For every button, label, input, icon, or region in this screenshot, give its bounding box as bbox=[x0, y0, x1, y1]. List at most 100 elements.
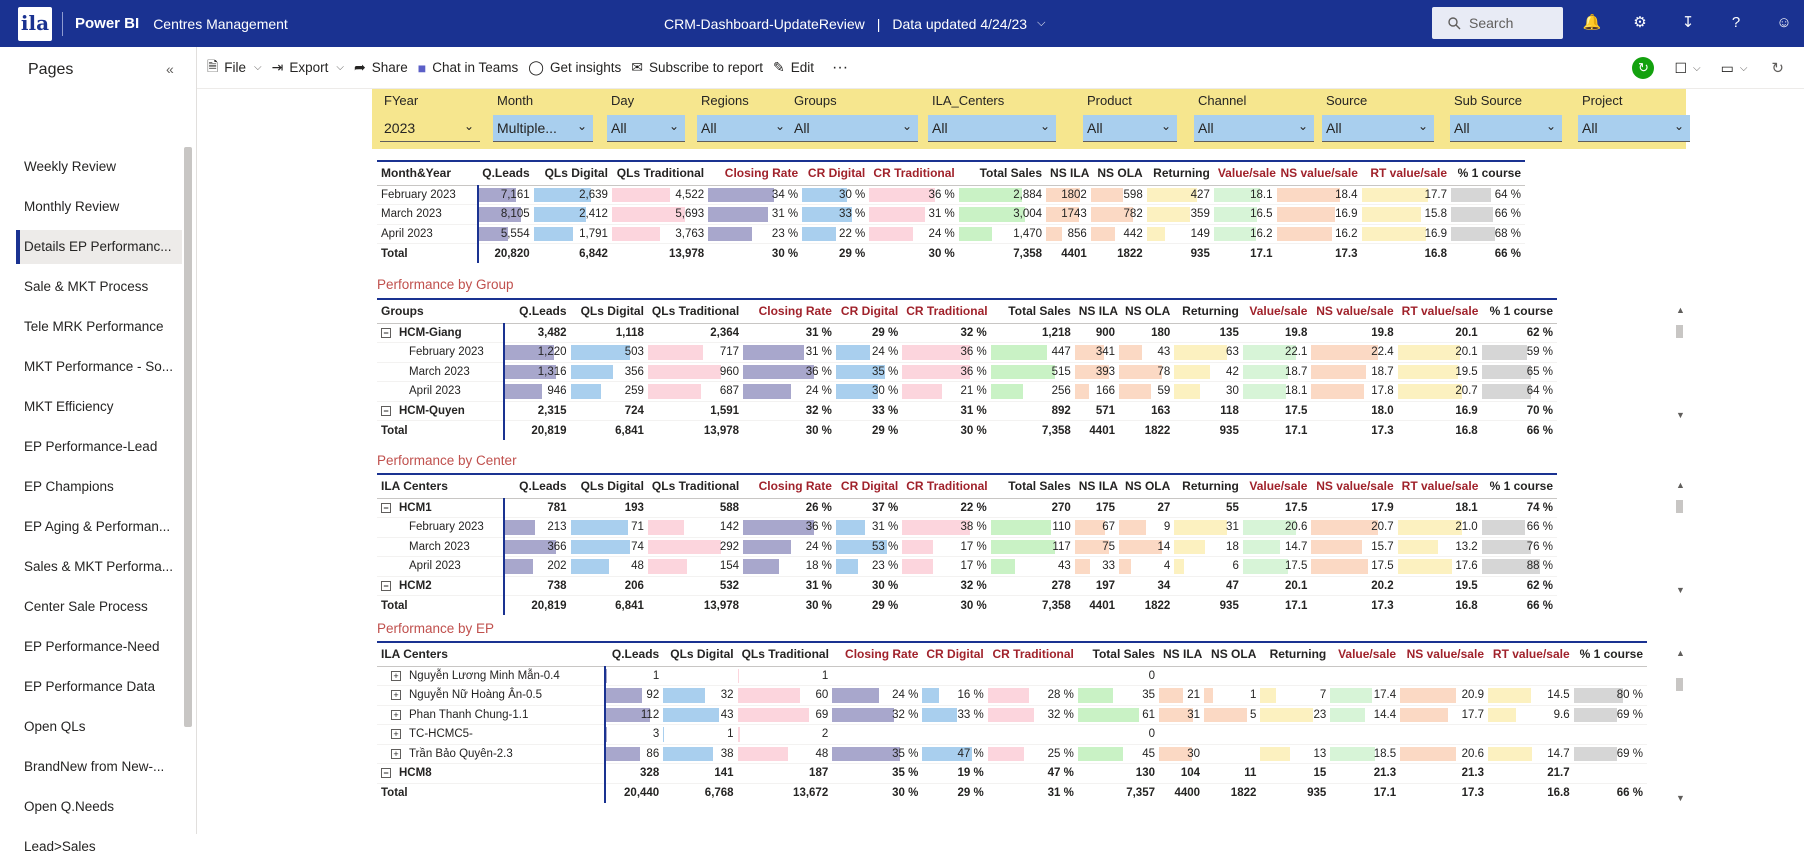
slicer[interactable]: ProductAll⌄ bbox=[1075, 89, 1185, 149]
slicer[interactable]: ILA_CentersAll⌄ bbox=[920, 89, 1064, 149]
export-menu[interactable]: ⇥Export⌵ bbox=[272, 59, 344, 76]
scroll-up-icon[interactable]: ▲ bbox=[1676, 305, 1684, 315]
column-header[interactable]: NS value/sale bbox=[1311, 474, 1397, 498]
column-header[interactable]: QLs Traditional bbox=[648, 299, 743, 323]
slicer[interactable]: ChannelAll⌄ bbox=[1186, 89, 1322, 149]
page-item[interactable]: EP Aging & Performan... bbox=[16, 510, 182, 544]
column-header[interactable]: QLs Digital bbox=[571, 299, 648, 323]
reload-icon[interactable]: ↻ bbox=[1771, 59, 1784, 77]
expand-icon[interactable]: + bbox=[391, 749, 401, 759]
expand-icon[interactable]: + bbox=[391, 671, 401, 681]
chat-in-teams-button[interactable]: ■Chat in Teams bbox=[418, 60, 519, 76]
gear-icon[interactable]: ⚙ bbox=[1630, 13, 1650, 33]
column-header[interactable]: QLs Traditional bbox=[648, 474, 743, 498]
row-label[interactable]: February 2023 bbox=[377, 185, 478, 205]
page-item[interactable]: Monthly Review bbox=[16, 190, 182, 224]
column-header[interactable]: Total Sales bbox=[959, 161, 1046, 185]
row-label[interactable]: −HCM-Quyen bbox=[377, 401, 504, 421]
row-label[interactable]: March 2023 bbox=[377, 205, 478, 225]
column-header[interactable]: CR Traditional bbox=[902, 299, 990, 323]
page-item[interactable]: Sale & MKT Process bbox=[16, 270, 182, 304]
page-item[interactable]: EP Performance Data bbox=[16, 670, 182, 704]
row-label[interactable]: February 2023 bbox=[377, 343, 504, 363]
download-icon[interactable]: ↧ bbox=[1678, 13, 1698, 33]
center-table-scrollbar[interactable]: ▲▼ bbox=[1676, 480, 1684, 600]
column-header[interactable]: CR Traditional bbox=[902, 474, 990, 498]
workspace-name[interactable]: Centres Management bbox=[153, 16, 288, 32]
column-header[interactable]: NS OLA bbox=[1119, 299, 1174, 323]
column-header[interactable]: QLs Digital bbox=[571, 474, 648, 498]
row-label[interactable]: −HCM2 bbox=[377, 576, 504, 596]
column-header[interactable]: Returning bbox=[1174, 474, 1243, 498]
column-header[interactable]: Q.Leads bbox=[478, 161, 534, 185]
column-header[interactable]: NS value/sale bbox=[1311, 299, 1397, 323]
slicer-dropdown[interactable]: All⌄ bbox=[1083, 115, 1177, 142]
column-header[interactable]: QLs Traditional bbox=[612, 161, 708, 185]
column-header[interactable]: Returning bbox=[1147, 161, 1214, 185]
column-header[interactable]: NS OLA bbox=[1204, 642, 1260, 666]
row-label[interactable]: +Nguyễn Lương Minh Mẫn-0.4 bbox=[377, 666, 605, 686]
refresh-icon[interactable]: ↻ bbox=[1632, 57, 1654, 79]
chevron-down-icon[interactable]: ⌵ bbox=[1037, 17, 1045, 30]
slicer-dropdown[interactable]: All⌄ bbox=[1578, 115, 1690, 142]
collapse-icon[interactable]: − bbox=[381, 581, 391, 591]
column-header[interactable]: QLs Digital bbox=[534, 161, 612, 185]
column-header[interactable]: RT value/sale bbox=[1362, 161, 1452, 185]
slicer[interactable]: DayAll⌄ bbox=[599, 89, 693, 149]
collapse-icon[interactable]: − bbox=[381, 328, 391, 338]
smiley-icon[interactable]: ☺ bbox=[1774, 13, 1794, 33]
column-header[interactable]: NS ILA bbox=[1075, 474, 1119, 498]
chevron-down-icon[interactable]: ⌵ bbox=[1693, 63, 1701, 74]
slicer-dropdown[interactable]: All⌄ bbox=[790, 115, 918, 142]
collapse-icon[interactable]: − bbox=[381, 768, 391, 778]
column-header[interactable]: Q.Leads bbox=[605, 642, 664, 666]
column-header[interactable]: ILA Centers bbox=[377, 642, 605, 666]
pages-scrollbar[interactable] bbox=[184, 147, 192, 727]
page-item[interactable]: Sales & MKT Performa... bbox=[16, 550, 182, 584]
slicer-dropdown[interactable]: Multiple...⌄ bbox=[493, 115, 593, 142]
row-label[interactable]: +TC-HCMC5- bbox=[377, 725, 605, 745]
column-header[interactable]: CR Digital bbox=[922, 642, 987, 666]
column-header[interactable]: QLs Digital bbox=[663, 642, 737, 666]
column-header[interactable]: Month&Year bbox=[377, 161, 478, 185]
column-header[interactable]: RT value/sale bbox=[1488, 642, 1574, 666]
slicer[interactable]: ProjectAll⌄ bbox=[1570, 89, 1698, 149]
row-label[interactable]: March 2023 bbox=[377, 362, 504, 382]
row-label[interactable]: +Phan Thanh Chung-1.1 bbox=[377, 705, 605, 725]
row-label[interactable]: February 2023 bbox=[377, 518, 504, 538]
file-menu[interactable]: 🗎File⌵ bbox=[207, 56, 262, 80]
column-header[interactable]: Value/sale bbox=[1330, 642, 1400, 666]
column-header[interactable]: CR Digital bbox=[802, 161, 869, 185]
row-label[interactable]: March 2023 bbox=[377, 537, 504, 557]
app-name[interactable]: Power BI bbox=[75, 15, 139, 32]
slicer-dropdown[interactable]: 2023⌄ bbox=[380, 115, 480, 142]
column-header[interactable]: Value/sale bbox=[1243, 474, 1312, 498]
slicer[interactable]: FYear2023⌄ bbox=[372, 89, 488, 149]
column-header[interactable]: CR Traditional bbox=[869, 161, 959, 185]
expand-icon[interactable]: + bbox=[391, 729, 401, 739]
report-title-area[interactable]: CRM-Dashboard-UpdateReview | Data update… bbox=[664, 0, 1045, 47]
column-header[interactable]: Closing Rate bbox=[832, 642, 922, 666]
slicer-dropdown[interactable]: All⌄ bbox=[1194, 115, 1314, 142]
column-header[interactable]: CR Digital bbox=[836, 474, 902, 498]
bookmark-icon[interactable]: ☐ bbox=[1674, 60, 1687, 77]
scroll-up-icon[interactable]: ▲ bbox=[1676, 648, 1684, 658]
column-header[interactable]: QLs Traditional bbox=[738, 642, 833, 666]
column-header[interactable]: Q.Leads bbox=[504, 299, 570, 323]
row-label[interactable]: +Trần Bảo Quyên-2.3 bbox=[377, 744, 605, 764]
search-input[interactable]: Search bbox=[1432, 7, 1563, 39]
more-options-icon[interactable]: ··· bbox=[832, 59, 848, 77]
column-header[interactable]: Closing Rate bbox=[743, 299, 836, 323]
column-header[interactable]: Total Sales bbox=[991, 474, 1075, 498]
scroll-down-icon[interactable]: ▼ bbox=[1676, 410, 1685, 420]
page-item[interactable]: MKT Efficiency bbox=[16, 390, 182, 424]
row-label[interactable]: −HCM8 bbox=[377, 764, 605, 784]
column-header[interactable]: NS ILA bbox=[1075, 299, 1119, 323]
page-item[interactable]: Lead>Sales bbox=[16, 830, 182, 864]
slicer-dropdown[interactable]: All⌄ bbox=[1450, 115, 1562, 142]
column-header[interactable]: ILA Centers bbox=[377, 474, 504, 498]
column-header[interactable]: NS ILA bbox=[1046, 161, 1091, 185]
column-header[interactable]: % 1 course bbox=[1482, 299, 1557, 323]
column-header[interactable]: Q.Leads bbox=[504, 474, 570, 498]
page-item[interactable]: Open QLs bbox=[16, 710, 182, 744]
